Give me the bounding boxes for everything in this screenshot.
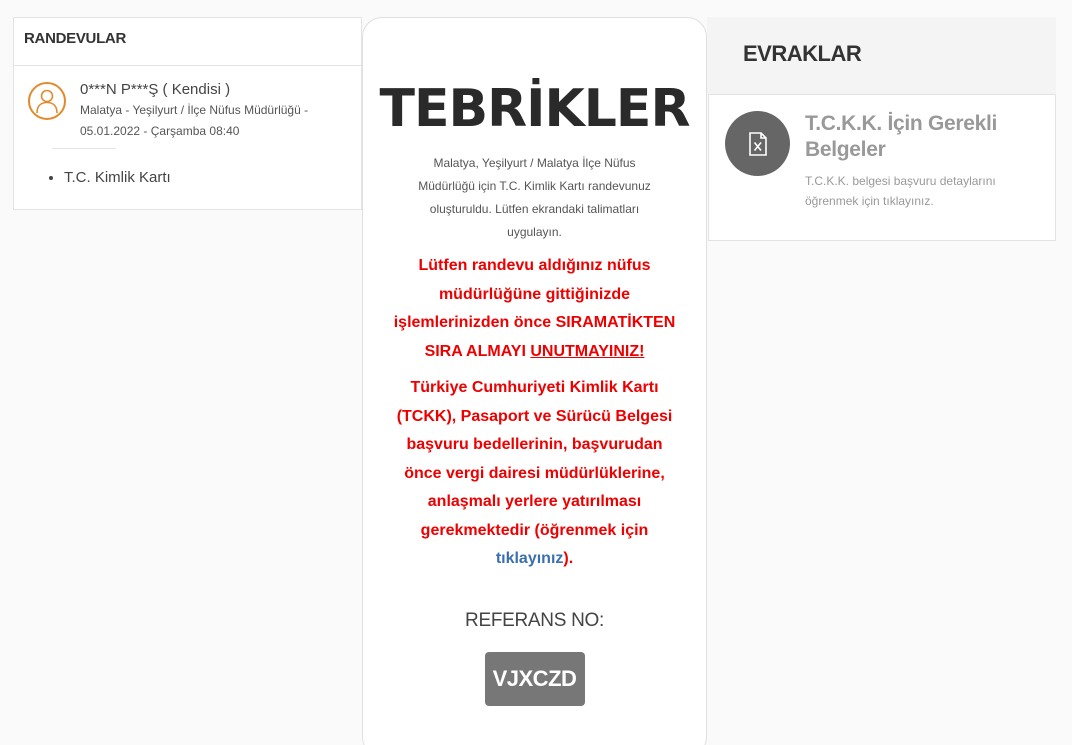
queue-warning: Lütfen randevu aldığınız nüfus müdürlüğü…: [390, 252, 680, 366]
fee-info-link[interactable]: tıklayınız: [496, 550, 564, 567]
appointment-entry: 0***N P***Ş ( Kendisi ) Malatya - Yeşily…: [14, 66, 361, 142]
appointment-detail: Malatya - Yeşilyurt / İlçe Nüfus Müdürlü…: [80, 103, 309, 138]
reference-label: REFERANS NO:: [465, 609, 604, 631]
list-item: T.C. Kimlik Kartı: [64, 169, 361, 186]
excel-file-icon: [725, 111, 790, 176]
divider: [52, 148, 116, 149]
queue-warning-emphasis: UNUTMAYINIZ!: [530, 342, 645, 360]
confirmation-panel: TEBRİKLER Malatya, Yeşilyurt / Malatya İ…: [362, 17, 707, 745]
document-card[interactable]: T.C.K.K. İçin Gerekli Belgeler T.C.K.K. …: [708, 94, 1056, 241]
appointments-header: RANDEVULAR: [14, 18, 361, 66]
fee-warning: Türkiye Cumhuriyeti Kimlik Kartı (TCKK),…: [390, 374, 680, 574]
document-title-link[interactable]: T.C.K.K. İçin Gerekli Belgeler: [805, 111, 1039, 163]
reference-code-badge: VJXCZD: [484, 651, 585, 706]
documents-header: EVRAKLAR: [707, 17, 1056, 94]
appointment-person: 0***N P***Ş ( Kendisi ): [80, 81, 231, 98]
page-title: TEBRİKLER: [379, 79, 690, 139]
appointments-panel: RANDEVULAR 0***N P***Ş ( Kendisi ) Malat…: [13, 17, 362, 210]
user-icon: [28, 82, 66, 120]
appointment-services: T.C. Kimlik Kartı: [64, 169, 361, 186]
fee-warning-text: Türkiye Cumhuriyeti Kimlik Kartı (TCKK),…: [396, 379, 673, 539]
document-description: T.C.K.K. belgesi başvuru detaylarını öğr…: [805, 174, 996, 208]
fee-warning-end: ).: [563, 550, 574, 567]
confirmation-message: Malatya, Yeşilyurt / Malatya İlçe Nüfus …: [418, 156, 651, 239]
